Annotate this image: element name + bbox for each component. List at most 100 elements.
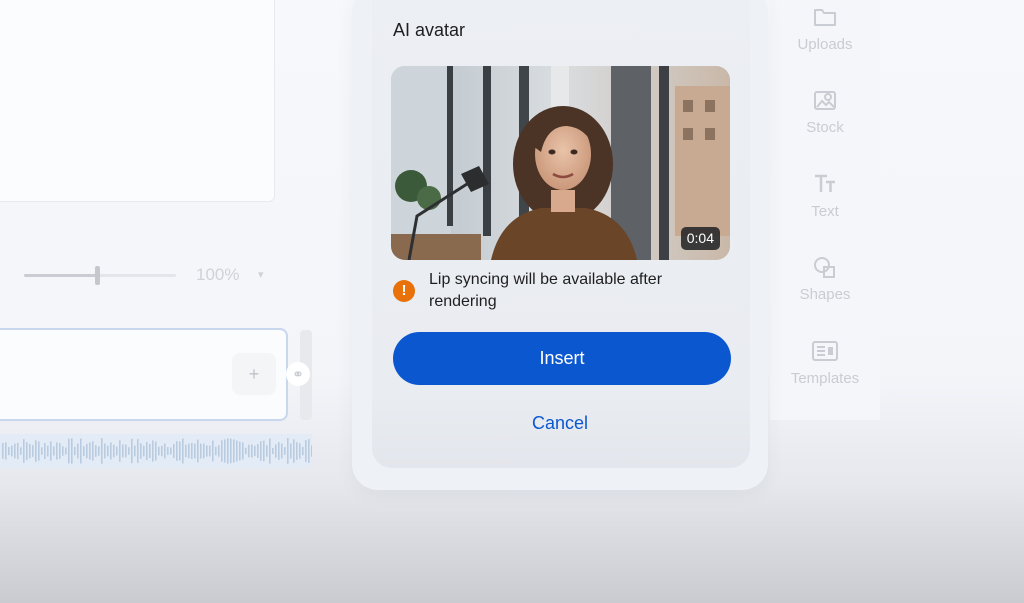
waveform-bar xyxy=(230,438,232,464)
waveform-bar xyxy=(188,443,190,459)
waveform-bar xyxy=(218,445,220,457)
lip-sync-notice: ! Lip syncing will be available after re… xyxy=(393,269,733,315)
waveform-bar xyxy=(170,447,172,455)
waveform-bar xyxy=(125,444,127,458)
waveform-bar xyxy=(146,441,148,461)
insert-button[interactable]: Insert xyxy=(393,332,731,385)
waveform-bar xyxy=(161,445,163,457)
waveform-bar xyxy=(38,441,40,461)
waveform-bar xyxy=(149,443,151,459)
waveform-bar xyxy=(233,439,235,463)
waveform-bar xyxy=(143,445,145,457)
waveform-bar xyxy=(80,438,82,464)
rail-item-label: Templates xyxy=(790,370,860,387)
zoom-slider-fill xyxy=(24,274,97,277)
waveform-bar xyxy=(77,443,79,459)
waveform-bar xyxy=(104,443,106,459)
waveform-bar xyxy=(35,440,37,462)
waveform-bar xyxy=(86,443,88,459)
canvas-preview[interactable] xyxy=(0,0,275,202)
waveform-bar xyxy=(47,445,49,457)
stock-image-icon xyxy=(814,91,836,110)
waveform-bar xyxy=(107,445,109,457)
waveform-bar xyxy=(26,442,28,460)
zoom-slider-track[interactable] xyxy=(24,274,176,277)
waveform-bar xyxy=(185,444,187,458)
waveform-bar xyxy=(182,438,184,464)
waveform-bar xyxy=(131,438,133,464)
cancel-button[interactable]: Cancel xyxy=(500,408,620,438)
rail-item-text[interactable]: Text xyxy=(770,173,880,221)
waveform-bar xyxy=(8,446,10,456)
waveform-bar xyxy=(119,440,121,462)
video-duration-badge: 0:04 xyxy=(680,227,720,250)
waveform-bar xyxy=(98,446,100,456)
waveform-bar xyxy=(269,438,271,464)
waveform-bar xyxy=(53,446,55,456)
waveform-bar xyxy=(194,443,196,459)
waveform-bar xyxy=(20,447,22,455)
waveform-bar xyxy=(251,444,253,458)
waveform-bar xyxy=(293,439,295,463)
waveform-bar xyxy=(155,441,157,461)
audio-waveform[interactable] xyxy=(0,434,313,468)
waveform-bar xyxy=(158,446,160,456)
waveform-bar xyxy=(296,442,298,460)
waveform-bar xyxy=(248,444,250,458)
waveform-bar xyxy=(191,443,193,459)
rail-item-label: Uploads xyxy=(797,36,853,53)
waveform-bar xyxy=(68,438,70,464)
waveform-bar xyxy=(110,442,112,460)
waveform-bar xyxy=(260,441,262,461)
waveform-bar xyxy=(302,446,304,456)
waveform-bar xyxy=(56,442,58,460)
waveform-bar xyxy=(140,443,142,459)
tools-rail: Uploads Stock Text Shapes Templates xyxy=(770,0,880,420)
waveform-bar xyxy=(83,446,85,456)
rail-item-stock[interactable]: Stock xyxy=(770,89,880,137)
waveform-bar xyxy=(101,438,103,464)
waveform-bar xyxy=(59,443,61,459)
waveform-bar xyxy=(209,445,211,457)
waveform-bar xyxy=(299,443,301,459)
add-clip-button[interactable]: + xyxy=(232,353,276,395)
link-icon[interactable]: ⚭ xyxy=(286,362,310,386)
rail-item-templates[interactable]: Templates xyxy=(770,340,880,388)
waveform-bar xyxy=(50,441,52,461)
waveform-bar xyxy=(200,443,202,459)
chevron-down-icon[interactable]: ▾ xyxy=(258,268,264,281)
waveform-bar xyxy=(65,447,67,455)
rail-item-label: Shapes xyxy=(799,286,851,303)
templates-icon xyxy=(812,341,838,361)
rail-item-shapes[interactable]: Shapes xyxy=(770,256,880,304)
avatar-video-thumbnail xyxy=(391,66,730,260)
waveform-bar xyxy=(17,442,19,460)
dialog-title: AI avatar xyxy=(393,20,466,40)
waveform-bar xyxy=(71,438,73,464)
waveform-bar xyxy=(197,439,199,463)
waveform-bar xyxy=(266,445,268,457)
waveform-bar xyxy=(245,447,247,455)
avatar-video-preview[interactable]: 0:04 xyxy=(391,66,730,260)
waveform-bar xyxy=(287,438,289,464)
waveform-bar xyxy=(152,440,154,462)
waveform-bar xyxy=(176,441,178,461)
waveform-bar xyxy=(206,445,208,457)
waveform-bar xyxy=(5,442,7,460)
waveform-bar xyxy=(113,444,115,458)
waveform-bar xyxy=(290,443,292,459)
waveform-bar xyxy=(239,441,241,461)
waveform-bar xyxy=(167,447,169,455)
rail-item-uploads[interactable]: Uploads xyxy=(770,6,880,54)
waveform-bars xyxy=(2,438,313,464)
waveform-bar xyxy=(164,443,166,459)
waveform-bar xyxy=(95,445,97,457)
waveform-bar xyxy=(134,445,136,457)
zoom-control[interactable]: 100% ▾ xyxy=(24,262,284,288)
waveform-bar xyxy=(41,447,43,455)
waveform-bar xyxy=(62,446,64,456)
zoom-value[interactable]: 100% xyxy=(196,265,239,285)
zoom-slider-thumb[interactable] xyxy=(94,266,100,285)
waveform-bar xyxy=(215,446,217,456)
waveform-bar xyxy=(14,443,16,459)
